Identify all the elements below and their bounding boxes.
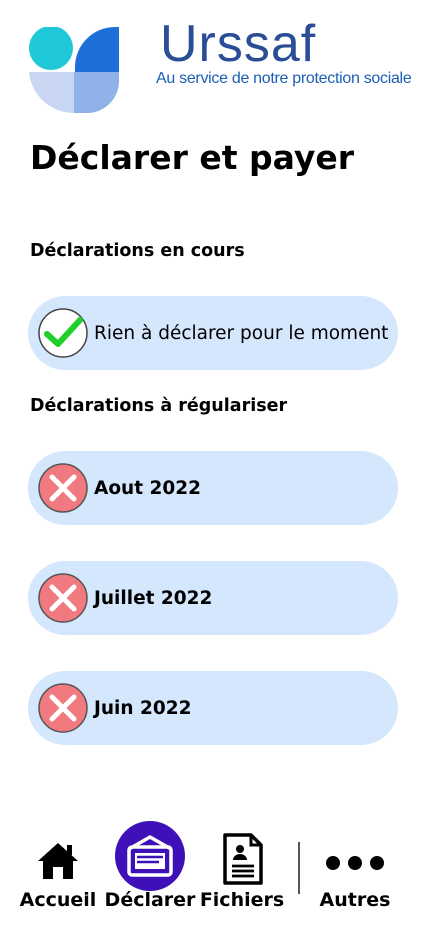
bottom-nav: Accueil Déclarer Fichiers Autres <box>0 815 428 926</box>
error-x-icon <box>38 463 88 513</box>
error-x-icon <box>38 573 88 623</box>
error-x-icon <box>38 683 88 733</box>
section-title-current: Déclarations en cours <box>30 241 245 261</box>
declaration-card-juillet-2022[interactable]: Juillet 2022 <box>28 561 398 635</box>
declaration-card-juin-2022[interactable]: Juin 2022 <box>28 671 398 745</box>
declaration-label: Juin 2022 <box>94 697 192 719</box>
brand-tagline: Au service de notre protection sociale <box>156 70 412 87</box>
document-icon <box>223 833 263 885</box>
declaration-label: Juillet 2022 <box>94 587 213 609</box>
nav-label: Accueil <box>19 889 97 911</box>
declare-envelope-icon <box>115 821 185 891</box>
nav-item-accueil[interactable]: Accueil <box>8 815 108 920</box>
brand-name: Urssaf <box>160 15 317 73</box>
section-title-regularize: Déclarations à régulariser <box>30 396 288 416</box>
page-title: Déclarer et payer <box>30 138 355 177</box>
more-dots-icon <box>326 856 384 870</box>
nav-label: Déclarer <box>104 889 196 911</box>
nav-item-fichiers[interactable]: Fichiers <box>192 815 292 920</box>
declaration-label: Rien à déclarer pour le moment <box>94 322 389 344</box>
declaration-label: Aout 2022 <box>94 477 201 499</box>
urssaf-logo-icon <box>29 27 119 113</box>
nav-divider <box>298 842 300 894</box>
nav-label: Fichiers <box>199 889 285 911</box>
declarer-page: Urssaf Au service de notre protection so… <box>0 0 428 926</box>
declaration-card-aout-2022[interactable]: Aout 2022 <box>28 451 398 525</box>
nav-item-autres[interactable]: Autres <box>305 815 405 920</box>
nav-label: Autres <box>319 889 391 911</box>
check-icon <box>38 308 88 358</box>
declaration-card-current[interactable]: Rien à déclarer pour le moment <box>28 296 398 370</box>
home-icon <box>38 843 78 879</box>
nav-item-declarer[interactable]: Déclarer <box>100 815 200 920</box>
